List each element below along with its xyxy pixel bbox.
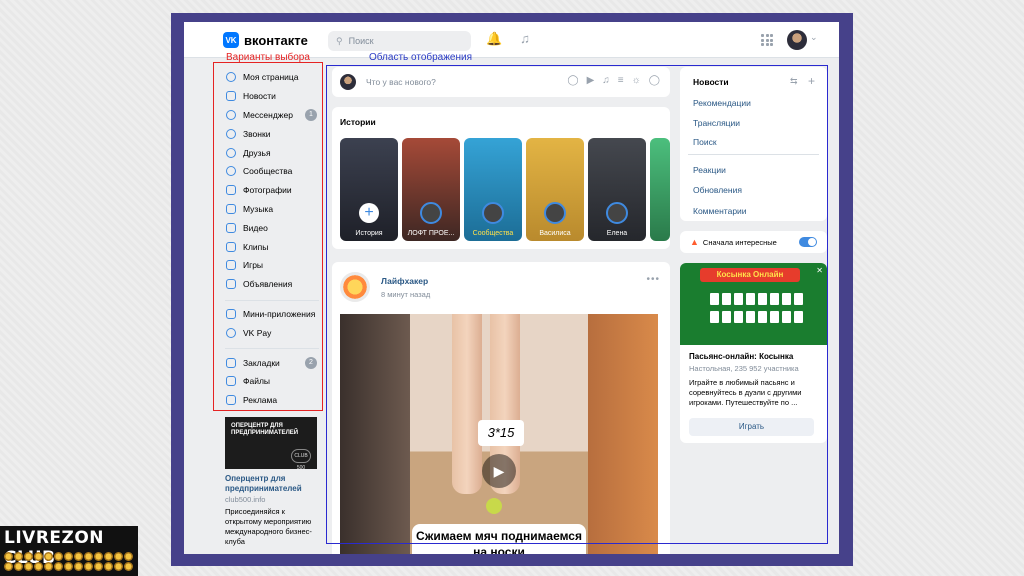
chevron-down-icon[interactable]: ⌄ — [810, 32, 818, 43]
promo-source[interactable]: club500.info — [225, 495, 317, 504]
watermark: LIVREZON CLUB — [0, 526, 138, 576]
promo-image-text: ОПЕРЦЕНТР ДЛЯ ПРЕДПРИНИМАТЕЛЕЙ — [231, 423, 299, 436]
club-logo: CLUB 500 — [291, 449, 311, 469]
display-area-label: Область отображения — [369, 52, 473, 63]
promo-title[interactable]: Оперцентр для предпринимателей — [225, 474, 317, 494]
promo-text: Присоединяйся к открытому мероприятию ме… — [225, 507, 312, 546]
bell-icon[interactable]: 🔔 — [486, 31, 502, 47]
avatar[interactable] — [787, 30, 807, 50]
options-highlight — [213, 62, 323, 411]
vk-logo-mark: VK — [223, 32, 239, 48]
search-icon: ⚲ — [336, 35, 343, 46]
vk-logo-text: вконтакте — [244, 32, 308, 48]
search-input[interactable]: ⚲ Поиск — [328, 31, 471, 51]
apps-grid-icon[interactable] — [761, 34, 773, 46]
promo-image[interactable]: ОПЕРЦЕНТР ДЛЯ ПРЕДПРИНИМАТЕЛЕЙ CLUB 500 — [225, 417, 317, 469]
coin-icons — [4, 552, 136, 571]
vk-logo[interactable]: VK вконтакте — [223, 32, 308, 48]
music-icon[interactable]: ♫ — [517, 31, 533, 47]
vk-screen: VK вконтакте ⚲ Поиск 🔔 ♫ ⌄ Варианты выбо… — [184, 22, 839, 554]
search-placeholder: Поиск — [348, 36, 374, 46]
display-area-highlight — [326, 65, 828, 544]
promo-block[interactable]: ОПЕРЦЕНТР ДЛЯ ПРЕДПРИНИМАТЕЛЕЙ CLUB 500 … — [225, 417, 317, 547]
